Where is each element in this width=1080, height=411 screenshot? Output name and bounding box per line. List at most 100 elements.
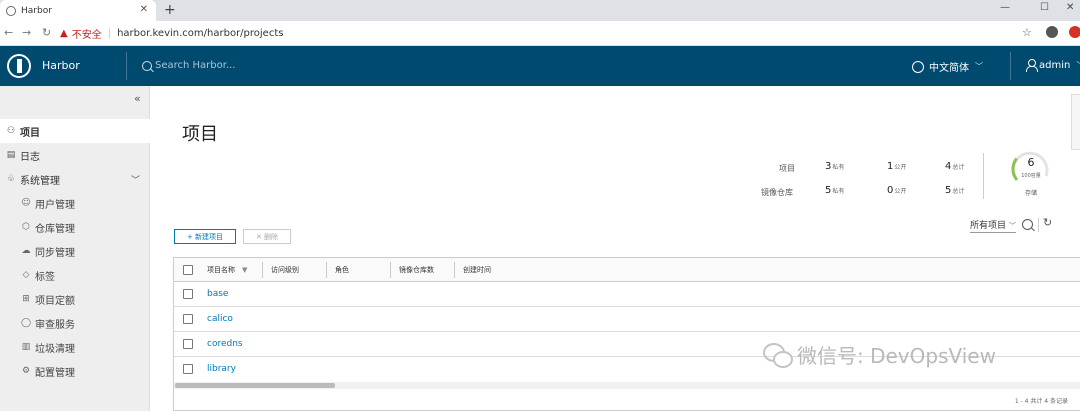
user-name: admin	[1039, 59, 1071, 71]
storage-sublabel: 100容量	[1021, 173, 1041, 179]
sidebar-item-label: 同步管理	[35, 247, 75, 259]
tab-title: Harbor	[21, 5, 52, 16]
language-switcher[interactable]: 中文简体 ﹀	[912, 59, 983, 74]
column-header-role[interactable]: 角色	[335, 265, 349, 275]
side-panel-edge[interactable]	[1071, 94, 1080, 150]
sidebar-item-users[interactable]: ☺ 用户管理	[0, 191, 150, 215]
back-icon[interactable]: ←	[4, 26, 13, 39]
project-link[interactable]: library	[207, 364, 236, 374]
column-separator	[262, 262, 263, 278]
collapse-sidebar-icon[interactable]: «	[134, 92, 141, 105]
tag-icon: ◇	[22, 270, 30, 280]
wechat-watermark: 微信号: DevOpsView	[763, 340, 996, 369]
tab-close-icon[interactable]: ✕	[140, 4, 148, 15]
sidebar-item-gc[interactable]: ▥ 垃圾清理	[0, 335, 150, 359]
sidebar-item-labels[interactable]: ◇ 标签	[0, 263, 150, 287]
sidebar-item-projects[interactable]: ⚇ 项目	[0, 119, 150, 143]
sidebar-item-interrogation[interactable]: ◯ 审查服务	[0, 311, 150, 335]
projects-icon: ⚇	[6, 126, 16, 136]
reload-icon[interactable]: ↻	[42, 26, 51, 39]
admin-icon: ♧	[6, 174, 16, 184]
project-filter-select[interactable]: 所有项目 ﹀	[970, 218, 1017, 233]
column-header-access[interactable]: 访问级别	[271, 265, 299, 275]
stat-projects-total: 4总计	[945, 161, 964, 172]
filter-value: 所有项目	[970, 221, 1007, 231]
table-row: base	[174, 282, 1080, 307]
browser-tab[interactable]: Harbor ✕	[0, 0, 156, 21]
bookmark-star-icon[interactable]: ☆	[1022, 26, 1032, 39]
project-link[interactable]: calico	[207, 314, 233, 324]
stat-projects-public: 1公开	[887, 161, 906, 172]
stat-unit: 私有	[832, 188, 845, 195]
global-search[interactable]	[142, 60, 275, 71]
select-all-checkbox[interactable]	[183, 265, 193, 275]
replication-icon: ☁	[21, 246, 31, 256]
sidebar-item-label: 用户管理	[35, 199, 75, 211]
search-icon	[142, 60, 152, 71]
horizontal-scrollbar[interactable]	[174, 382, 1080, 389]
sidebar-item-config[interactable]: ⚙ 配置管理	[0, 359, 150, 383]
filter-funnel-icon[interactable]: ▼	[242, 266, 247, 274]
sidebar-item-registries[interactable]: ⬡ 仓库管理	[0, 215, 150, 239]
sidebar-item-replication[interactable]: ☁ 同步管理	[0, 239, 150, 263]
window-maximize-button[interactable]: ☐	[1040, 2, 1049, 13]
chevron-down-icon: ﹀	[1009, 222, 1017, 230]
column-header-repo-count[interactable]: 镜像仓库数	[399, 265, 434, 275]
stat-repos-private: 5私有	[825, 185, 844, 196]
quota-icon: ⊞	[22, 294, 30, 304]
refresh-icon[interactable]: ↻	[1043, 216, 1052, 229]
window-minimize-button[interactable]: —	[1000, 2, 1010, 13]
brand-name[interactable]: Harbor	[42, 59, 80, 72]
forward-icon[interactable]: →	[22, 26, 31, 39]
row-checkbox[interactable]	[183, 314, 193, 324]
header-divider	[126, 52, 127, 80]
stat-unit: 公开	[894, 188, 907, 195]
harbor-header: Harbor 中文简体 ﹀ admin ﹀	[0, 46, 1080, 86]
stat-value: 5	[825, 185, 832, 196]
users-icon: ☺	[21, 198, 31, 208]
address-bar: ← → ↻ ▲ 不安全 | harbor.kevin.com/harbor/pr…	[0, 21, 1080, 46]
scrollbar-thumb[interactable]	[175, 383, 335, 388]
user-icon	[1026, 59, 1038, 72]
storage-gauge	[1011, 151, 1049, 181]
registry-icon: ⬡	[22, 222, 30, 232]
row-checkbox[interactable]	[183, 339, 193, 349]
sidebar-item-quotas[interactable]: ⊞ 项目定额	[0, 287, 150, 311]
user-menu[interactable]: admin ﹀	[1026, 59, 1080, 72]
harbor-logo-icon[interactable]	[7, 54, 31, 78]
delete-project-button[interactable]: ✕ 删除	[243, 229, 291, 244]
sidebar-item-label: 审查服务	[35, 319, 75, 331]
project-link[interactable]: base	[207, 289, 228, 299]
app-window: Harbor ✕ + — ☐ ✕ ← → ↻ ▲ 不安全 | harbor.ke…	[0, 0, 1080, 411]
sidebar-item-admin[interactable]: ♧ 系统管理 ﹀	[0, 167, 150, 191]
sidebar-item-logs[interactable]: ▤ 日志	[0, 143, 150, 167]
sidebar: « ⚇ 项目 ▤ 日志 ♧ 系统管理 ﹀ ☺ 用户管理 ⬡ 仓库管理 ☁ 同步管…	[0, 86, 150, 411]
row-checkbox[interactable]	[183, 364, 193, 374]
search-input[interactable]	[155, 60, 275, 71]
stat-repos-public: 0公开	[887, 185, 906, 196]
url-omnibox[interactable]: ▲ 不安全 | harbor.kevin.com/harbor/projects	[60, 24, 1045, 43]
new-project-button[interactable]: + 新建项目	[174, 229, 236, 244]
header-divider	[1010, 52, 1011, 80]
filter-divider	[1038, 218, 1039, 232]
insecure-label: 不安全	[71, 30, 102, 41]
stat-repos-total: 5总计	[945, 185, 964, 196]
globe-icon	[912, 60, 924, 73]
harbor-favicon-icon	[6, 5, 16, 16]
column-header-name[interactable]: 项目名称	[207, 265, 235, 275]
sidebar-item-label: 垃圾清理	[35, 343, 75, 355]
column-header-created[interactable]: 创建时间	[463, 265, 491, 275]
chevron-down-icon: ﹀	[130, 175, 140, 186]
chevron-down-icon: ﹀	[1076, 60, 1080, 71]
sidebar-item-label: 项目	[20, 127, 40, 139]
row-checkbox[interactable]	[183, 289, 193, 299]
column-separator	[390, 262, 391, 278]
filter-search-icon[interactable]	[1022, 219, 1033, 230]
window-close-button[interactable]: ✕	[1066, 2, 1074, 13]
new-tab-button[interactable]: +	[164, 2, 176, 18]
stat-unit: 公开	[894, 164, 907, 171]
project-link[interactable]: coredns	[207, 339, 243, 349]
extension-icon[interactable]	[1069, 26, 1080, 38]
profile-icon[interactable]	[1046, 26, 1058, 38]
projects-datagrid: 项目名称 ▼ 访问级别 角色 镜像仓库数 创建时间 base calico co…	[173, 257, 1080, 411]
